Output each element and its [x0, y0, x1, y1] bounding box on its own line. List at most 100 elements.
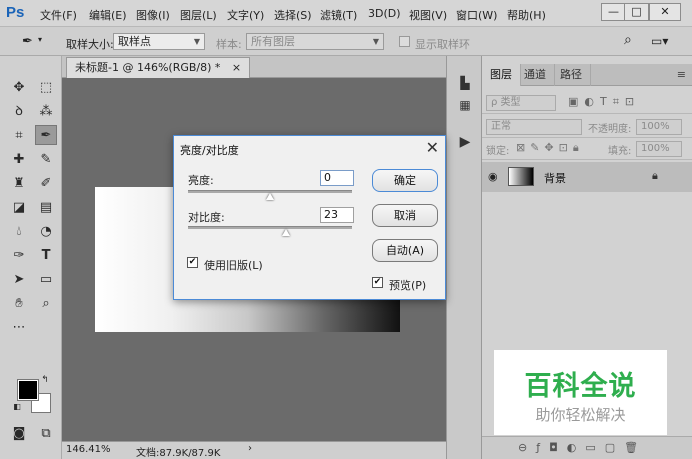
menu-type[interactable]: 文字(Y)	[227, 7, 264, 23]
blend-row: 正常 不透明度: 100%	[482, 116, 692, 138]
maximize-button[interactable]: □	[624, 3, 649, 21]
contrast-slider-thumb[interactable]	[282, 229, 291, 236]
path-selection-tool-icon[interactable]: ➤	[8, 270, 30, 290]
menu-view[interactable]: 视图(V)	[409, 7, 447, 23]
tab-channels[interactable]: 通道	[516, 64, 555, 86]
brightness-input[interactable]: 0	[320, 170, 354, 186]
close-icon[interactable]: ✕	[426, 138, 439, 157]
dodge-tool-icon[interactable]: ◔	[35, 222, 57, 242]
layer-row-background[interactable]: ◉ 背景 🔒︎	[482, 162, 692, 192]
close-window-button[interactable]: ✕	[649, 3, 681, 21]
blend-mode-select[interactable]: 正常	[486, 119, 582, 135]
pen-tool-icon[interactable]: ✑	[8, 246, 30, 266]
show-ring-label: 显示取样环	[415, 38, 470, 51]
watermark-title: 百科全说	[524, 371, 637, 402]
brightness-slider-thumb[interactable]	[266, 193, 274, 200]
tool-preset-chevron-icon[interactable]: ▾	[38, 35, 42, 44]
clone-stamp-tool-icon[interactable]: ♜	[8, 174, 30, 194]
eyedropper-tool-icon[interactable]: ✒	[22, 34, 33, 49]
lasso-tool-icon[interactable]: ꝺ	[8, 102, 30, 122]
more-tools-icon[interactable]: ⋯	[8, 318, 30, 338]
layer-thumbnail	[508, 167, 534, 186]
preview-checkbox[interactable]: ✔	[372, 277, 383, 288]
opacity-input[interactable]: 100%	[636, 119, 682, 135]
zoom-tool-icon[interactable]: ⌕	[35, 294, 57, 314]
crop-tool-icon[interactable]: ⌗	[8, 126, 30, 146]
sample-value: 所有图层	[251, 35, 295, 48]
eraser-tool-icon[interactable]: ◪	[8, 198, 30, 218]
play-action-icon[interactable]: ▶	[455, 134, 475, 152]
contrast-slider-track[interactable]	[188, 226, 352, 229]
sample-size-select[interactable]: 取样点 ▼	[113, 33, 205, 50]
document-tab[interactable]: 未标题-1 @ 146%(RGB/8) * ×	[66, 57, 251, 78]
visibility-eye-icon[interactable]: ◉	[488, 170, 498, 183]
hand-tool-icon[interactable]: ✋︎	[8, 294, 30, 314]
watermark: 百科全说 助你轻松解决	[494, 350, 667, 435]
lock-icon: 🔒︎	[652, 169, 658, 182]
magic-wand-tool-icon[interactable]: ⁂	[35, 102, 57, 122]
fill-input[interactable]: 100%	[636, 141, 682, 157]
default-colors-icon[interactable]: ◧	[12, 402, 22, 412]
screen-mode-icon[interactable]: ⧉	[35, 424, 57, 444]
dialog-title: 亮度/对比度	[180, 144, 239, 157]
preview-label[interactable]: 预览(P)	[389, 277, 426, 293]
chevron-down-icon: ▼	[372, 37, 379, 46]
search-icon[interactable]: ⌕	[624, 32, 632, 48]
contrast-input[interactable]: 23	[320, 207, 354, 223]
swap-colors-icon[interactable]: ↰	[38, 374, 52, 386]
lock-label: 锁定:	[486, 146, 510, 157]
type-tool-icon[interactable]: T	[35, 246, 57, 266]
lock-row: 锁定: ⊠✎✥⊡🔒︎ 填充: 100%	[482, 138, 692, 160]
histogram-icon[interactable]: ▙	[455, 76, 475, 94]
marquee-tool-icon[interactable]: ⬚	[35, 78, 57, 98]
brightness-label: 亮度:	[188, 174, 214, 187]
sample-select[interactable]: 所有图层 ▼	[246, 33, 384, 50]
auto-button[interactable]: 自动(A)	[372, 239, 438, 262]
status-menu-arrow-icon[interactable]: ›	[248, 443, 252, 454]
healing-brush-tool-icon[interactable]: ✚	[8, 150, 30, 170]
properties-icon[interactable]: ▦	[455, 98, 475, 116]
blur-tool-icon[interactable]: 💧︎	[8, 222, 30, 242]
cancel-button[interactable]: 取消	[372, 204, 438, 227]
brush-tool-icon[interactable]: ✎	[35, 150, 57, 170]
move-tool-icon[interactable]: ✥	[8, 78, 30, 98]
document-tab-bar: 未标题-1 @ 146%(RGB/8) * ×	[62, 56, 446, 78]
show-ring-checkbox[interactable]	[399, 36, 410, 47]
quick-mask-mode-icon[interactable]: ◙	[8, 424, 30, 444]
menu-help[interactable]: 帮助(H)	[507, 7, 546, 23]
layer-filter-select[interactable]: ρ 类型	[486, 95, 556, 111]
close-icon[interactable]: ×	[232, 61, 241, 74]
document-info: 文档:87.9K/87.9K	[136, 448, 221, 459]
tab-paths[interactable]: 路径	[552, 64, 591, 86]
panel-menu-icon[interactable]: ≡	[677, 68, 686, 81]
menu-file[interactable]: 文件(F)	[40, 7, 77, 23]
layer-filter-row: ρ 类型 ▣◐T⌗⊡	[482, 92, 692, 114]
lock-icons[interactable]: ⊠✎✥⊡🔒︎	[516, 141, 584, 155]
sample-label: 样本:	[216, 38, 242, 51]
sample-size-label: 取样大小:	[66, 38, 114, 51]
legacy-label[interactable]: 使用旧版(L)	[204, 257, 263, 273]
ok-button[interactable]: 确定	[372, 169, 438, 192]
menu-3d[interactable]: 3D(D)	[368, 7, 401, 20]
fill-label: 填充:	[608, 146, 632, 157]
chevron-down-icon: ▼	[193, 37, 200, 46]
opacity-label: 不透明度:	[588, 124, 632, 135]
menu-select[interactable]: 选择(S)	[274, 7, 312, 23]
menu-image[interactable]: 图像(I)	[136, 7, 170, 23]
layer-name[interactable]: 背景	[544, 170, 566, 186]
minimize-button[interactable]: —	[601, 3, 626, 21]
workspace-icon[interactable]: ▭▾	[651, 34, 668, 48]
menu-edit[interactable]: 编辑(E)	[89, 7, 127, 23]
legacy-checkbox[interactable]: ✔	[187, 257, 198, 268]
menu-filter[interactable]: 滤镜(T)	[320, 7, 357, 23]
eyedropper-tool-icon[interactable]: ✒	[35, 125, 57, 145]
panel-footer-icons[interactable]: ⊖ƒ◘◐▭▢🗑︎	[518, 441, 647, 454]
quick-mask-icon[interactable]	[8, 364, 30, 384]
history-brush-tool-icon[interactable]: ✐	[35, 174, 57, 194]
menu-window[interactable]: 窗口(W)	[456, 7, 497, 23]
rectangle-tool-icon[interactable]: ▭	[35, 270, 57, 290]
zoom-level[interactable]: 146.41%	[66, 444, 111, 455]
menu-layer[interactable]: 图层(L)	[180, 7, 217, 23]
gradient-tool-icon[interactable]: ▤	[35, 198, 57, 218]
filter-icons[interactable]: ▣◐T⌗⊡	[568, 95, 640, 109]
